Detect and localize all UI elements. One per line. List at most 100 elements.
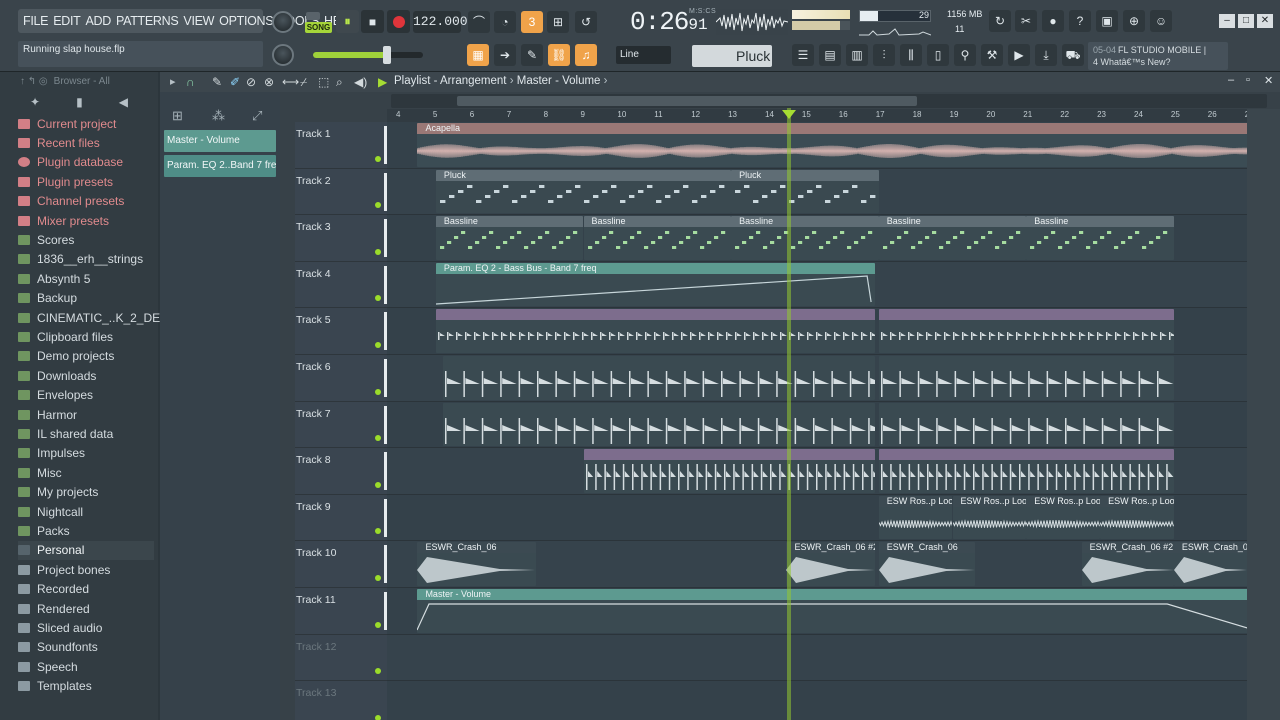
help-icon[interactable]: ? [1069, 10, 1091, 32]
track-mute-led[interactable] [375, 481, 381, 488]
vertical-scrollbar[interactable] [1247, 109, 1280, 720]
browser-item-1836-erh-strings[interactable]: 1836__erh__strings [18, 250, 154, 269]
track-mute-led[interactable] [375, 295, 381, 302]
browser-item-current-project[interactable]: Current project [18, 114, 154, 133]
slider-thumb[interactable] [383, 46, 391, 64]
audio-clip-crash[interactable]: ESWR_Crash_06 [1173, 542, 1247, 586]
browser-item-personal[interactable]: Personal [18, 540, 154, 560]
browser-item-scores[interactable]: Scores [18, 230, 154, 249]
master-volume-knob[interactable] [272, 11, 294, 33]
track-header[interactable]: Track 1 [295, 122, 387, 169]
pattern-clip-drums[interactable] [435, 309, 875, 353]
track-mute-led[interactable] [375, 202, 381, 209]
loop-record-icon[interactable]: ↺ [575, 11, 597, 33]
browser-item-absynth-5[interactable]: Absynth 5 [18, 269, 154, 288]
browser-item-rendered[interactable]: Rendered [18, 599, 154, 618]
track-mute-led[interactable] [375, 435, 381, 442]
audio-clip-crash[interactable]: ESWR_Crash_06 [878, 542, 975, 586]
maximize-window-button[interactable]: □ [1238, 14, 1254, 28]
mixer-icon[interactable]: ☰ [792, 44, 814, 66]
track-header[interactable]: Track 11 [295, 588, 387, 635]
track-header[interactable]: Track 13 [295, 681, 387, 720]
playlist-menu-arrow-icon[interactable]: ▸ [170, 75, 176, 88]
draw-tool-icon[interactable]: ✎ [212, 75, 222, 89]
browser-item-backup[interactable]: Backup [18, 289, 154, 308]
step-edit-icon[interactable]: ⊞ [547, 11, 569, 33]
browser-item-soundfonts[interactable]: Soundfonts [18, 638, 154, 657]
playback-tool-icon[interactable]: ◀) [354, 75, 367, 89]
plug-icon[interactable]: ⚲ [954, 44, 976, 66]
pencil-icon[interactable]: ✎ [521, 44, 543, 66]
pattern-clip-bassline[interactable]: Bassline [435, 216, 584, 260]
track-mute-led[interactable] [375, 668, 381, 675]
browser-item-impulses[interactable]: Impulses [18, 444, 154, 463]
pattern-clip-pluck[interactable]: Pluck [731, 169, 879, 214]
track-mute-led[interactable] [375, 155, 381, 162]
audio-icon[interactable]: ⁂ [212, 108, 225, 124]
browser-item-nightcall[interactable]: Nightcall [18, 502, 154, 521]
arrow-icon[interactable]: ➔ [494, 44, 516, 66]
close-window-button[interactable]: ✕ [1257, 14, 1273, 28]
audio-clip-hat[interactable] [443, 402, 875, 447]
typing-keyboard-icon[interactable]: ♫ [575, 44, 597, 66]
track-mute-led[interactable] [375, 341, 381, 348]
delete-tool-icon[interactable]: ⊘ [246, 75, 256, 89]
menu-view[interactable]: VIEW [183, 14, 214, 28]
plugin-icon[interactable]: ⊕ [1123, 10, 1145, 32]
song-mode-badge[interactable]: SONG [305, 22, 332, 33]
browser-item-misc[interactable]: Misc [18, 463, 154, 482]
magnet-icon[interactable]: ∩ [186, 75, 195, 89]
track-header[interactable]: Track 3 [295, 215, 387, 262]
audio-clip-acapella[interactable]: Acapella [417, 123, 1247, 167]
browser-item-downloads[interactable]: Downloads [18, 366, 154, 385]
browser-nav-icons[interactable]: ↑ ↰ ◎ [20, 76, 48, 87]
pause-button[interactable]: ⏸ [336, 10, 359, 33]
metronome-icon[interactable]: ⌒ [468, 11, 490, 33]
record-button[interactable] [387, 10, 410, 33]
menu-file[interactable]: FILE [23, 14, 49, 28]
zoom-tool-icon[interactable]: ⌕ [336, 75, 343, 90]
automation-clip-master-volume[interactable]: Master - Volume [417, 589, 1247, 633]
scrollbar-thumb[interactable] [457, 96, 917, 106]
audio-clip-loop[interactable]: ESW Ros..p Loop [1026, 495, 1101, 540]
browser-item-clipboard-files[interactable]: Clipboard files [18, 327, 154, 346]
menu-options[interactable]: OPTIONS [219, 14, 273, 28]
track-header[interactable]: Track 8 [295, 448, 387, 495]
tools-icon[interactable]: ✂ [1015, 10, 1037, 32]
undo-history-icon[interactable]: ↻ [989, 10, 1011, 32]
snap-select[interactable]: Line [616, 46, 671, 64]
track-lanes[interactable]: Acapella Pluck Pluck Bassline Bassline Bassli… [387, 122, 1247, 720]
pattern-clip-bassline[interactable]: Bassline [731, 216, 879, 260]
automation-clip-eq[interactable]: Param. EQ 2 - Bass Bus - Band 7 freq [435, 262, 875, 307]
playlist-close-icon[interactable]: ✕ [1264, 74, 1273, 87]
mixer-sliders-icon[interactable]: ⫶ [873, 44, 895, 66]
playhead[interactable] [787, 108, 791, 720]
save-icon[interactable]: ▣ [1096, 10, 1118, 32]
minimize-window-button[interactable]: – [1219, 14, 1235, 28]
track-lane[interactable] [387, 634, 1247, 682]
audio-clip-crash[interactable]: ESWR_Crash_06 #2 [1081, 542, 1174, 586]
playlist-view-icon[interactable]: ▦ [467, 44, 489, 66]
channel-rack-icon[interactable]: ▤ [819, 44, 841, 66]
track-mute-led[interactable] [375, 714, 381, 720]
mute-tool-icon[interactable]: ⊗ [264, 75, 274, 89]
track-header[interactable]: Track 2 [295, 168, 387, 216]
pattern-clip-drums[interactable] [878, 309, 1174, 353]
browser-item-demo-projects[interactable]: Demo projects [18, 347, 154, 366]
track-mute-led[interactable] [375, 621, 381, 628]
link-icon[interactable]: ⛓ [548, 44, 570, 66]
audio-clip-hat[interactable] [878, 356, 1174, 400]
browser-item-plugin-presets[interactable]: Plugin presets [18, 172, 154, 191]
menu-edit[interactable]: EDIT [53, 14, 81, 28]
picker-icon[interactable]: ⊞ [172, 108, 183, 124]
timeline-ruler[interactable]: 4 5 6 7 8 9 10 11 12 13 14 15 16 17 18 19 20 21 22 23 24 25 26… [387, 109, 1254, 122]
file-icon[interactable]: ▯ [927, 44, 949, 66]
browser-item-packs[interactable]: Packs [18, 521, 154, 540]
video-icon[interactable]: ▶ [1008, 44, 1030, 66]
track-header[interactable]: Track 10 [295, 541, 387, 588]
master-pitch-knob[interactable] [272, 44, 294, 66]
pattern-selector[interactable]: Pluck [692, 45, 772, 67]
news-panel[interactable]: 05-04 FL STUDIO MOBILE | 4 Whatâ€™s New? [1088, 42, 1228, 70]
wrench-icon[interactable]: ⚒ [981, 44, 1003, 66]
browser-item-speech[interactable]: Speech [18, 657, 154, 676]
